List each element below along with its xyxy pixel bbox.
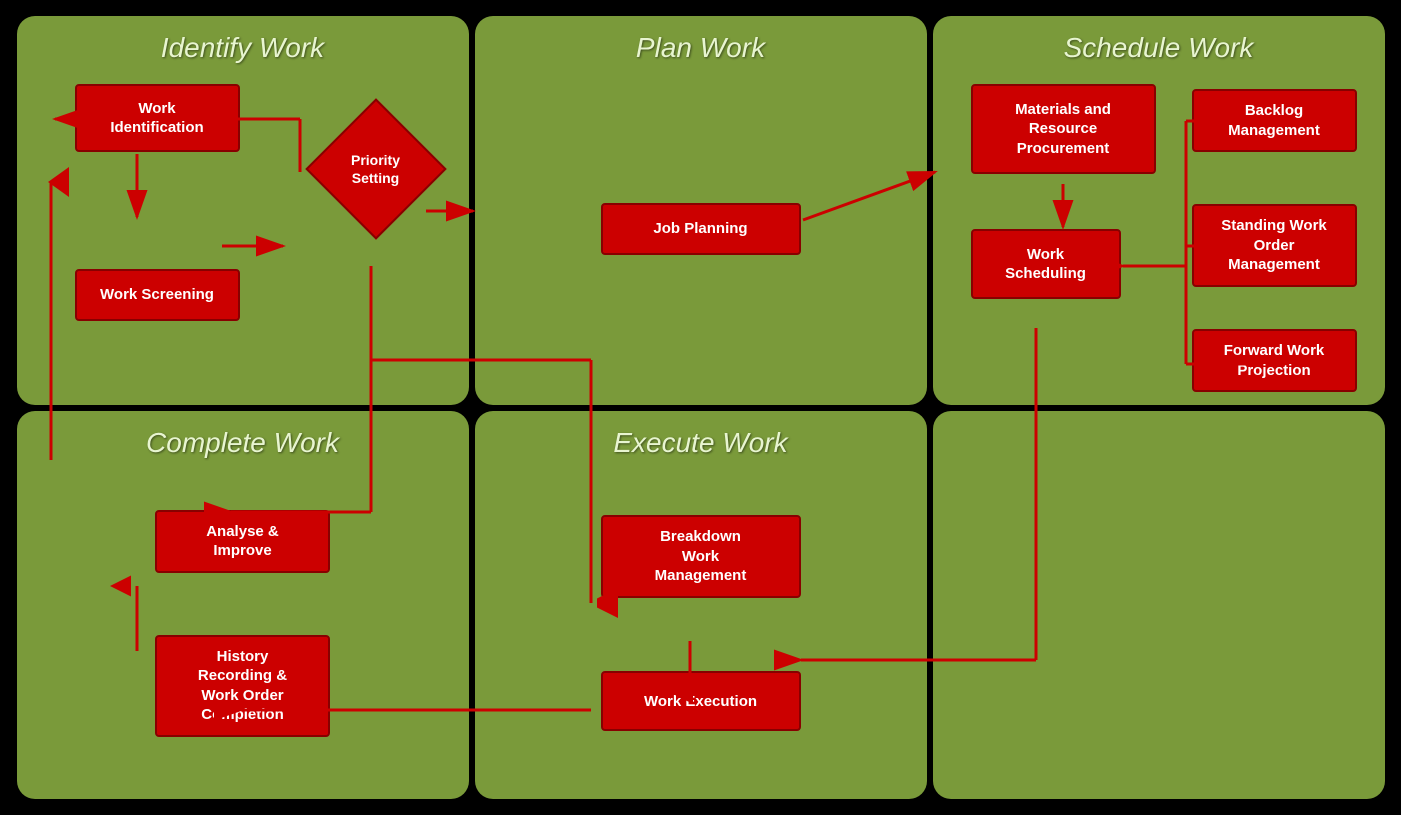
- execute-arrows: [475, 411, 927, 800]
- work-execution-box[interactable]: Work Execution: [601, 671, 801, 731]
- execute-work-zone: Execute Work BreakdownWorkManagement Wor…: [475, 411, 927, 800]
- breakdown-work-box[interactable]: BreakdownWorkManagement: [601, 515, 801, 598]
- complete-work-title: Complete Work: [35, 427, 451, 459]
- plan-work-zone: Plan Work Job Planning: [475, 16, 927, 405]
- execute-work-title: Execute Work: [493, 427, 909, 459]
- complete-arrows: [17, 411, 469, 800]
- work-screening-box[interactable]: Work Screening: [75, 269, 240, 321]
- schedule-work-title: Schedule Work: [951, 32, 1367, 64]
- job-planning-box[interactable]: Job Planning: [601, 203, 801, 255]
- analyse-improve-box[interactable]: Analyse &Improve: [155, 510, 330, 573]
- work-identification-box[interactable]: WorkIdentification: [75, 84, 240, 152]
- history-recording-box[interactable]: HistoryRecording &Work OrderCompletion: [155, 635, 330, 737]
- backlog-management-box[interactable]: BacklogManagement: [1192, 89, 1357, 152]
- priority-setting-label: PrioritySetting: [321, 114, 431, 224]
- schedule-bottom-zone: [933, 411, 1385, 800]
- schedule-work-zone: Schedule Work Materials andResourceProcu…: [933, 16, 1385, 405]
- materials-procurement-box[interactable]: Materials andResourceProcurement: [971, 84, 1156, 174]
- standing-work-order-box[interactable]: Standing WorkOrderManagement: [1192, 204, 1357, 287]
- priority-setting-diamond[interactable]: PrioritySetting: [321, 114, 431, 224]
- identify-work-zone: Identify Work WorkIdentification Work Sc…: [17, 16, 469, 405]
- identify-work-title: Identify Work: [35, 32, 451, 64]
- forward-work-projection-box[interactable]: Forward WorkProjection: [1192, 329, 1357, 392]
- work-scheduling-box[interactable]: WorkScheduling: [971, 229, 1121, 299]
- complete-work-zone: Complete Work Analyse &Improve HistoryRe…: [17, 411, 469, 800]
- plan-work-title: Plan Work: [493, 32, 909, 64]
